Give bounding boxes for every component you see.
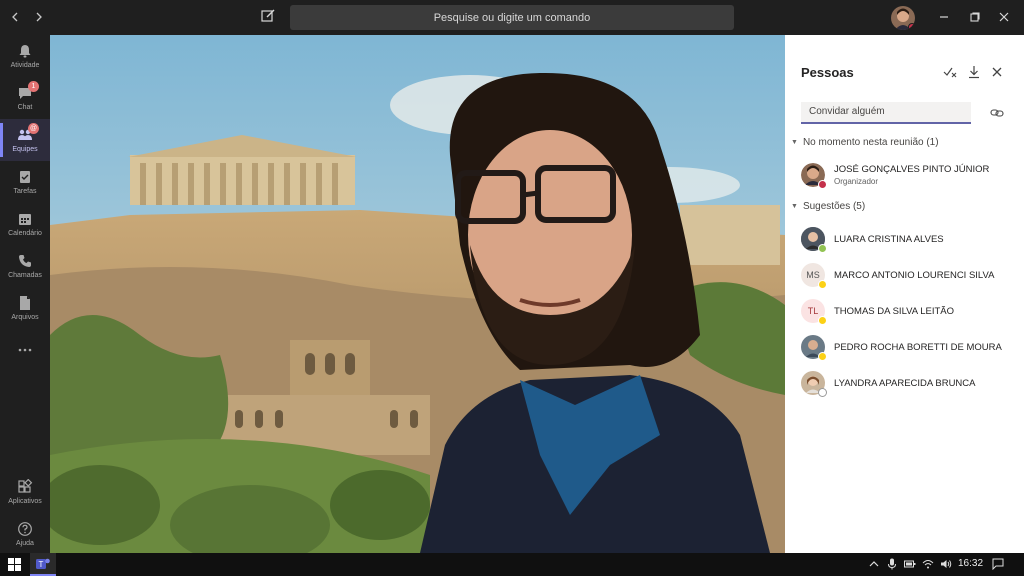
rail-item-calls[interactable]: Chamadas (0, 245, 50, 287)
suggestion-item[interactable]: LUARA CRISTINA ALVES (801, 225, 1016, 253)
avatar (801, 371, 827, 397)
download-attendance-icon[interactable] (967, 65, 981, 79)
participant-name: JOSÉ GONÇALVES PINTO JÚNIOR (834, 164, 990, 175)
rail-label: Ajuda (16, 540, 34, 547)
rail-label: Equipes (12, 146, 38, 153)
avatar (801, 335, 827, 361)
nav-arrows (6, 8, 48, 26)
status-icon (818, 316, 827, 325)
taskbar-clock[interactable]: 16:32 (958, 558, 983, 569)
panel-title: Pessoas (801, 65, 854, 80)
suggestion-item[interactable]: PEDRO ROCHA BORETTI DE MOURA (801, 333, 1016, 361)
suggestions-label: Sugestões (5) (802, 201, 866, 212)
minimize-icon[interactable] (936, 9, 952, 25)
help-icon (18, 522, 32, 536)
participant-item[interactable]: JOSÉ GONÇALVES PINTO JÚNIOR Organizador (801, 161, 1016, 189)
wifi-icon[interactable] (922, 558, 934, 570)
mute-all-icon[interactable] (943, 65, 957, 79)
video-feed (50, 35, 785, 553)
in-meeting-section-header[interactable]: ▼ No momento nesta reunião (1) (791, 137, 939, 148)
rail-label: Calendário (8, 230, 42, 237)
suggestion-name: MARCO ANTONIO LOURENCI SILVA (834, 269, 995, 281)
suggestion-name: LUARA CRISTINA ALVES (834, 233, 944, 245)
rail-item-calendar[interactable]: Calendário (0, 203, 50, 245)
rail-item-tasks[interactable]: Tarefas (0, 161, 50, 203)
teams-window: Pesquise ou digite um comando Atividade … (0, 0, 1024, 576)
suggestion-name: THOMAS DA SILVA LEITÃO (834, 305, 955, 317)
title-bar: Pesquise ou digite um comando (0, 0, 1024, 35)
rail-item-files[interactable]: Arquivos (0, 287, 50, 329)
more-icon (18, 348, 32, 352)
close-window-icon[interactable] (996, 9, 1012, 25)
suggestion-item[interactable]: MS MARCO ANTONIO LOURENCI SILVA (801, 261, 1016, 289)
microphone-icon[interactable] (886, 558, 898, 570)
status-icon (818, 244, 827, 253)
video-image (50, 35, 785, 553)
avatar (801, 227, 827, 253)
mention-badge: @ (28, 123, 39, 134)
status-icon (818, 388, 827, 397)
chevron-down-icon: ▼ (791, 203, 798, 210)
rail-item-apps[interactable]: Aplicativos (0, 471, 50, 513)
busy-status-icon (908, 23, 915, 30)
avatar (801, 163, 827, 189)
suggestion-name: PEDRO ROCHA BORETTI DE MOURA (834, 341, 1002, 353)
restore-icon[interactable] (967, 9, 983, 25)
notifications-icon[interactable] (992, 558, 1004, 570)
rail-label: Atividade (10, 62, 40, 69)
app-rail: Atividade 1 Chat @ Equipes Tarefas Calen… (0, 35, 50, 553)
chat-badge: 1 (28, 81, 39, 92)
user-avatar[interactable] (891, 6, 915, 30)
taskbar: T 16:32 (0, 553, 1024, 576)
chevron-down-icon: ▼ (791, 139, 798, 146)
apps-icon (18, 479, 33, 493)
close-panel-icon[interactable] (990, 65, 1004, 79)
files-icon (20, 296, 30, 310)
avatar: MS (801, 263, 827, 289)
search-input[interactable]: Pesquise ou digite um comando (290, 5, 734, 30)
suggestion-item[interactable]: TL THOMAS DA SILVA LEITÃO (801, 297, 1016, 325)
status-icon (818, 180, 827, 189)
rail-item-teams[interactable]: @ Equipes (0, 119, 50, 161)
status-icon (818, 280, 827, 289)
more-apps-button[interactable] (0, 329, 50, 371)
share-link-icon[interactable] (990, 106, 1004, 120)
rail-label: Chamadas (8, 272, 42, 279)
compose-icon[interactable] (260, 8, 278, 26)
windows-start-icon[interactable] (8, 558, 21, 571)
chevron-up-icon[interactable] (868, 558, 880, 570)
rail-label: Tarefas (13, 188, 37, 195)
rail-label: Chat (17, 104, 33, 111)
people-panel: Pessoas Convidar alguém ▼ No momento nes… (785, 35, 1024, 553)
rail-item-activity[interactable]: Atividade (0, 35, 50, 77)
rail-label: Arquivos (11, 314, 39, 321)
avatar-initials: MS (806, 270, 820, 280)
suggestions-section-header[interactable]: ▼ Sugestões (5) (791, 201, 865, 212)
forward-arrow-icon[interactable] (30, 8, 48, 26)
tasks-icon (20, 171, 30, 183)
invite-input[interactable]: Convidar alguém (801, 102, 971, 124)
suggestion-name: LYANDRA APARECIDA BRUNCA (834, 377, 976, 389)
participant-role: Organizador (834, 177, 879, 186)
calendar-icon (19, 214, 31, 225)
status-icon (818, 352, 827, 361)
avatar-initials: TL (807, 306, 819, 316)
teams-taskbar-icon[interactable]: T (30, 553, 56, 576)
suggestion-item[interactable]: LYANDRA APARECIDA BRUNCA (801, 369, 1016, 397)
rail-label: Aplicativos (8, 498, 42, 505)
rail-item-help[interactable]: Ajuda (0, 513, 50, 555)
volume-icon[interactable] (940, 558, 952, 570)
avatar: TL (801, 299, 827, 325)
battery-icon[interactable] (904, 558, 916, 570)
rail-item-chat[interactable]: 1 Chat (0, 77, 50, 119)
in-meeting-label: No momento nesta reunião (1) (802, 137, 939, 148)
phone-icon (19, 255, 31, 267)
bell-icon (19, 45, 31, 58)
svg-text:T: T (39, 560, 44, 569)
back-arrow-icon[interactable] (6, 8, 24, 26)
